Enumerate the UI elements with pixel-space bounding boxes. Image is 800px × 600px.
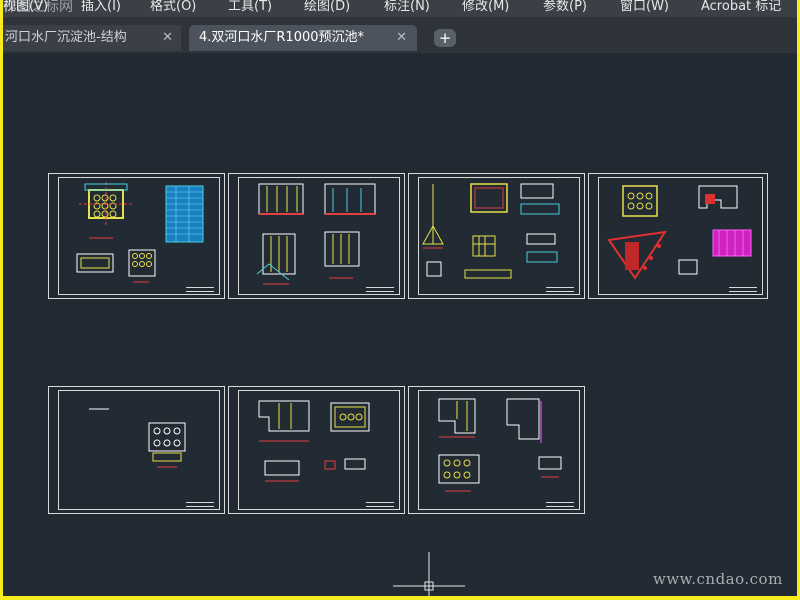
sheet-drawing (76, 182, 204, 283)
layout-sheet[interactable] (408, 173, 585, 299)
layout-sheet[interactable] (588, 173, 768, 299)
application-window: 作图之标网 视图(V) 插入(I) 格式(O) 工具(T) 绘图(D) 标注(N… (3, 0, 797, 596)
ucs-crosshair-icon (393, 552, 465, 596)
sheet-drawing (256, 183, 376, 285)
menu-window[interactable]: 窗口(W) (620, 0, 669, 15)
drawing-canvas[interactable] (3, 53, 797, 596)
layout-sheet[interactable] (228, 173, 405, 299)
close-icon[interactable]: ✕ (162, 25, 173, 51)
site-watermark: www.cndao.com (653, 570, 783, 588)
tab-label: 河口水厂沉淀池-结构 (5, 30, 127, 45)
tab-sedimentation-structure[interactable]: 河口水厂沉淀池-结构 ✕ (3, 25, 181, 51)
close-icon[interactable]: ✕ (396, 25, 407, 51)
menu-modify[interactable]: 修改(M) (462, 0, 509, 15)
menu-bar: 作图之标网 视图(V) 插入(I) 格式(O) 工具(T) 绘图(D) 标注(N… (3, 0, 797, 17)
menu-tools[interactable]: 工具(T) (228, 0, 272, 15)
document-tab-bar: 河口水厂沉淀池-结构 ✕ 4.双河口水厂R1000预沉池* ✕ + (3, 17, 797, 53)
sheet-drawing (89, 408, 186, 468)
new-tab-button[interactable]: + (434, 29, 456, 47)
tab-label: 4.双河口水厂R1000预沉池* (199, 30, 365, 45)
menu-view[interactable]: 视图(V) (3, 0, 48, 15)
menu-insert[interactable]: 插入(I) (81, 0, 121, 15)
layout-sheet[interactable] (228, 386, 405, 514)
sheet-drawing (258, 400, 370, 482)
sheet-drawing (607, 185, 752, 280)
menu-draw[interactable]: 绘图(D) (304, 0, 350, 15)
menu-acrobat[interactable]: Acrobat 标记 (701, 0, 781, 15)
sheet-drawing (438, 398, 562, 492)
menu-parametric[interactable]: 参数(P) (543, 0, 587, 15)
layout-sheet[interactable] (48, 386, 225, 514)
sheet-drawing (422, 183, 560, 279)
menu-dimension[interactable]: 标注(N) (384, 0, 430, 15)
menu-format[interactable]: 格式(O) (150, 0, 196, 15)
layout-sheet[interactable] (408, 386, 585, 514)
layout-sheet[interactable] (48, 173, 225, 299)
tab-presedimentation[interactable]: 4.双河口水厂R1000预沉池* ✕ (189, 25, 417, 51)
